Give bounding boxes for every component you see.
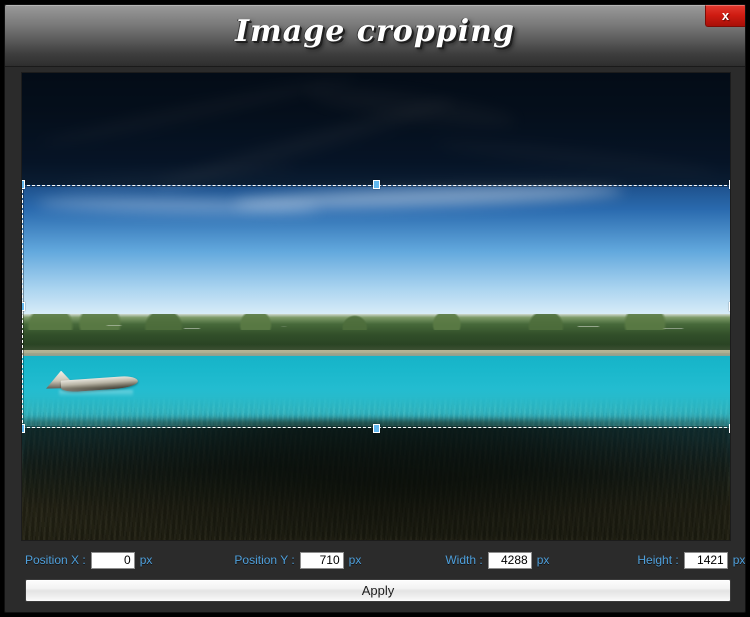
position-x-label: Position X :: [25, 553, 86, 567]
position-y-label: Position Y :: [234, 553, 295, 567]
position-x-field: Position X : px: [25, 551, 153, 569]
image-stage[interactable]: [21, 72, 731, 541]
crop-handle-bottom-right[interactable]: [729, 424, 730, 433]
crop-selection-border: [22, 185, 730, 428]
height-unit: px: [732, 553, 746, 567]
crop-handle-middle-right[interactable]: [729, 301, 730, 311]
width-label: Width :: [445, 553, 483, 567]
image-cropping-window: Image cropping x Position X: 0 px Posit…: [0, 0, 750, 617]
crop-handle-top-center[interactable]: [373, 180, 380, 189]
crop-selection[interactable]: [22, 180, 730, 433]
crop-mask-top: [22, 73, 730, 185]
width-field: Width : px: [445, 551, 550, 569]
position-y-unit: px: [348, 553, 362, 567]
crop-handle-bottom-left[interactable]: [22, 424, 25, 433]
width-unit: px: [536, 553, 550, 567]
window-title: Image cropping: [235, 14, 515, 49]
apply-button[interactable]: Apply: [25, 579, 731, 602]
close-button[interactable]: x: [705, 5, 745, 27]
crop-handle-middle-left[interactable]: [22, 301, 25, 311]
crop-handle-top-left[interactable]: [22, 180, 25, 189]
height-input[interactable]: [683, 551, 728, 569]
crop-dimension-fields: Position X : px Position Y : px Width : …: [21, 548, 745, 572]
window-body: Image cropping x Position X: 0 px Posit…: [4, 4, 746, 613]
height-label: Height :: [637, 553, 679, 567]
width-input[interactable]: [487, 551, 532, 569]
position-x-input[interactable]: [90, 551, 135, 569]
title-bar: Image cropping x: [5, 5, 745, 67]
position-x-unit: px: [139, 553, 153, 567]
crop-mask-bottom: [22, 428, 730, 540]
position-y-field: Position Y : px: [234, 551, 362, 569]
crop-handle-top-right[interactable]: [729, 180, 730, 189]
close-icon: x: [721, 8, 730, 23]
height-field: Height : px: [637, 551, 746, 569]
crop-handle-bottom-center[interactable]: [373, 424, 380, 433]
position-y-input[interactable]: [299, 551, 344, 569]
